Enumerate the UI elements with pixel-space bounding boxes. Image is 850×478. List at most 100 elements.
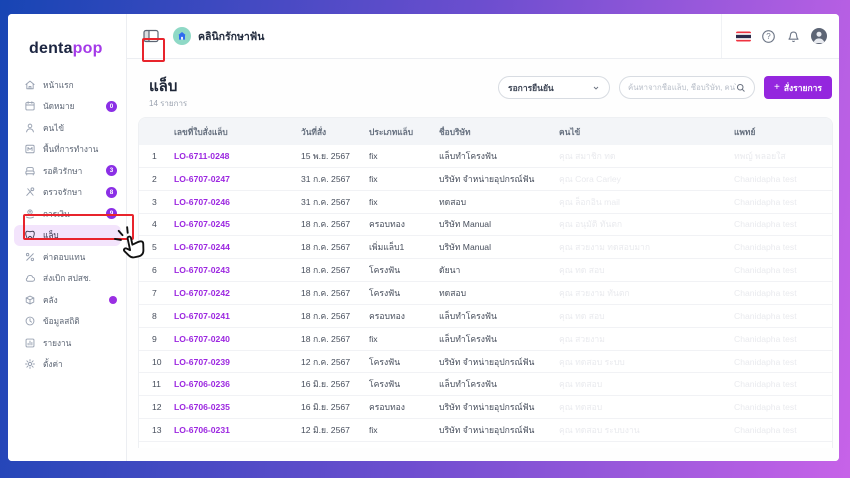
sidebar-item-queue[interactable]: รอคิวรักษา 3 [14,160,121,182]
table-row[interactable]: 12 LO-6706-0235 16 มิ.ย. 2567 ครอบทอง บร… [139,396,832,419]
order-number-link[interactable]: LO-6707-0246 [174,197,301,207]
add-order-button[interactable]: + สั่งรายการ [764,76,832,99]
doctor-name: ทพญ์ พลอยใส [734,149,832,163]
status-filter-value: รอการยืนยัน [508,81,554,95]
sidebar-item-workspace[interactable]: พื้นที่การทำงาน [14,139,121,161]
table-row[interactable]: 3 LO-6707-0246 31 ก.ค. 2567 fix ทดสอบ คุ… [139,191,832,214]
table-row[interactable]: 7 LO-6707-0242 18 ก.ค. 2567 โครงฟัน ทดสอ… [139,282,832,305]
row-number: 1 [152,151,174,161]
row-number: 3 [152,197,174,207]
table-row[interactable]: 4 LO-6707-0245 18 ก.ค. 2567 ครอบทอง บริษ… [139,214,832,237]
patient-name: คุณ ทดสอบ ระบบ [559,355,734,369]
doctor-name: Chanidapha test [734,379,832,389]
sidebar-item-lab[interactable]: แล็บ [14,225,121,247]
order-number-link[interactable]: LO-6707-0242 [174,288,301,298]
row-number: 8 [152,311,174,321]
order-date: 18 ก.ค. 2567 [301,309,369,323]
sidebar-item-treatment[interactable]: ตรวจรักษา 8 [14,182,121,204]
lab-type: fix [369,151,439,161]
user-avatar[interactable] [811,28,827,44]
statistics-icon [24,315,36,327]
lab-type: fix [369,334,439,344]
order-date: 31 ก.ค. 2567 [301,172,369,186]
doctor-name: Chanidapha test [734,402,832,412]
search-input[interactable] [628,83,736,92]
order-number-link[interactable]: LO-6707-0240 [174,334,301,344]
lab-type: fix [369,197,439,207]
order-date: 15 พ.ย. 2567 [301,149,369,163]
bell-icon[interactable] [786,29,801,44]
col-company: ชื่อบริษัท [439,125,559,139]
order-number-link[interactable]: LO-6706-0235 [174,402,301,412]
table-row[interactable]: 1 LO-6711-0248 15 พ.ย. 2567 fix แล็บทำโค… [139,145,832,168]
sidebar-item-label: ส่งเบิก สปสช. [43,271,91,285]
help-icon[interactable]: ? [761,29,776,44]
doctor-name: Chanidapha test [734,357,832,367]
sidebar-item-finance[interactable]: การเงิน 9 [14,203,121,225]
row-number: 7 [152,288,174,298]
patient-name: คุณ สวยงาม [559,332,734,346]
sidebar-item-home[interactable]: หน้าแรก [14,74,121,96]
col-order-date: วันที่สั่ง [301,125,369,139]
calendar-icon [24,100,36,112]
sidebar-item-label: การเงิน [43,207,70,221]
order-date: 12 มิ.ย. 2567 [301,423,369,437]
table-row[interactable]: 6 LO-6707-0243 18 ก.ค. 2567 โครงฟัน ดัยน… [139,259,832,282]
row-number: 4 [152,219,174,229]
table-row[interactable]: 11 LO-6706-0236 16 มิ.ย. 2567 โครงฟัน แล… [139,373,832,396]
main-content: แล็บ 14 รายการ รอการยืนยัน + สั่งรายการ … [127,59,839,461]
sidebar-item-appointments[interactable]: นัดหมาย 0 [14,96,121,118]
sidebar-nav: หน้าแรก นัดหมาย 0 คนไข้ พื้นที่การทำงาน … [14,74,121,375]
table-header-row: เลขที่ใบสั่งแล็บ วันที่สั่ง ประเภทแล็บ ช… [139,118,832,145]
thai-flag-icon[interactable] [736,29,751,44]
sidebar-item-compensation[interactable]: ค่าตอบแทน [14,246,121,268]
order-number-link[interactable]: LO-6707-0245 [174,219,301,229]
table-row[interactable]: 8 LO-6707-0241 18 ก.ค. 2567 ครอบทอง แล็บ… [139,305,832,328]
col-doctor: แพทย์ [734,125,832,139]
order-number-link[interactable]: LO-6707-0247 [174,174,301,184]
patient-name: คุณ ทดสอบ [559,377,734,391]
sidebar-item-reports[interactable]: รายงาน [14,332,121,354]
lab-orders-table: เลขที่ใบสั่งแล็บ วันที่สั่ง ประเภทแล็บ ช… [138,117,833,448]
status-filter-dropdown[interactable]: รอการยืนยัน [498,76,610,99]
settings-icon [24,358,36,370]
table-row[interactable]: 2 LO-6707-0247 31 ก.ค. 2567 fix บริษัท จ… [139,168,832,191]
sidebar-item-label: คลัง [43,293,58,307]
clinic-icon [173,27,191,45]
table-row[interactable]: 13 LO-6706-0231 12 มิ.ย. 2567 fix บริษัท… [139,419,832,442]
sidebar-item-statistics[interactable]: ข้อมูลสถิติ [14,311,121,333]
order-number-link[interactable]: LO-6707-0239 [174,357,301,367]
order-number-link[interactable]: LO-6707-0243 [174,265,301,275]
sidebar-item-settings[interactable]: ตั้งค่า [14,354,121,376]
order-number-link[interactable]: LO-6707-0244 [174,242,301,252]
clinic-selector[interactable]: คลินิกรักษาฟัน [173,27,264,45]
order-number-link[interactable]: LO-6706-0236 [174,379,301,389]
sidebar-item-label: พื้นที่การทำงาน [43,142,98,156]
sidebar-item-nhso-claims[interactable]: ส่งเบิก สปสช. [14,268,121,290]
row-number: 2 [152,174,174,184]
svg-text:?: ? [766,32,771,41]
sidebar-item-label: ตรวจรักษา [43,185,82,199]
doctor-name: Chanidapha test [734,311,832,321]
row-number: 5 [152,242,174,252]
order-number-link[interactable]: LO-6706-0231 [174,425,301,435]
order-number-link[interactable]: LO-6711-0248 [174,151,301,161]
sidebar-item-inventory[interactable]: คลัง [14,289,121,311]
page-title: แล็บ [149,74,177,98]
workspace-icon [24,143,36,155]
badge-count: 0 [106,101,117,112]
doctor-name: Chanidapha test [734,334,832,344]
table-row[interactable]: 9 LO-6707-0240 18 ก.ค. 2567 fix แล็บทำโค… [139,328,832,351]
sidebar-item-patients[interactable]: คนไข้ [14,117,121,139]
queue-chair-icon [24,165,36,177]
record-count: 14 รายการ [149,97,187,110]
report-icon [24,337,36,349]
sidebar-toggle-icon[interactable] [143,29,159,43]
lab-type: เพิ่มแล็บ1 [369,240,439,254]
table-row[interactable]: 10 LO-6707-0239 12 ก.ค. 2567 โครงฟัน บริ… [139,351,832,374]
table-row[interactable]: 5 LO-6707-0244 18 ก.ค. 2567 เพิ่มแล็บ1 บ… [139,236,832,259]
search-icon [736,83,746,93]
order-number-link[interactable]: LO-6707-0241 [174,311,301,321]
company-name: บริษัท Manual [439,240,559,254]
row-number: 9 [152,334,174,344]
